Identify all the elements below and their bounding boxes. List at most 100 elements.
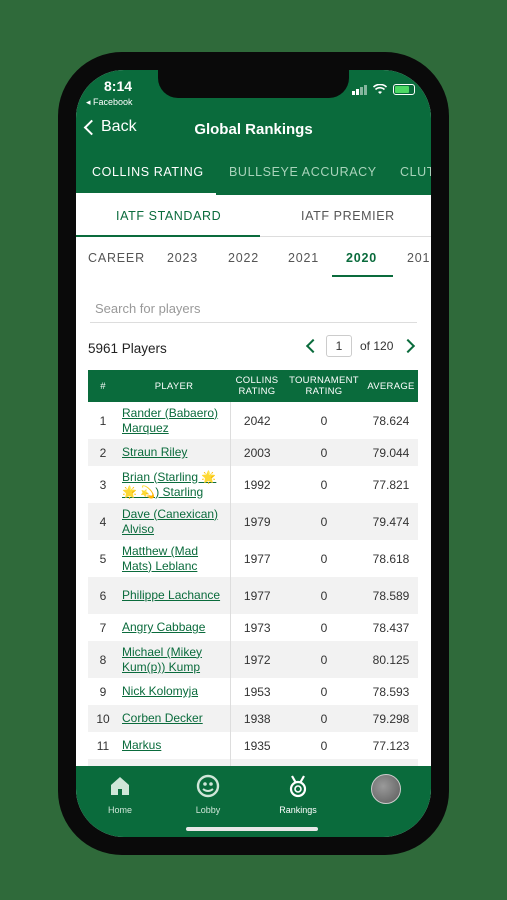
page-total: of 120 (360, 339, 394, 353)
collins-rating-cell: 1953 (229, 678, 284, 705)
tournament-rating-cell: 0 (320, 477, 328, 492)
tournament-rating-cell: 0 (320, 514, 328, 529)
header-tournament-rating[interactable]: TOURNAMENT RATING (284, 370, 364, 402)
tournament-rating-cell: 0 (320, 413, 328, 428)
rank-cell (88, 759, 118, 766)
page-number-input[interactable]: 1 (326, 335, 352, 357)
player-link[interactable]: Rander (Babaero) Marquez (118, 402, 230, 439)
player-link[interactable]: Matthew (Mad Mats) Leblanc (118, 540, 230, 577)
table-row[interactable]: 6 Philippe Lachance 1977 0 78.589 (88, 577, 418, 614)
tab-home-label: Home (107, 805, 132, 815)
player-link[interactable]: Markus (118, 732, 230, 759)
header-collins-rating[interactable]: COLLINS RATING (230, 370, 284, 402)
average-cell: 77.821 (372, 477, 410, 492)
average-cell: 78.589 (372, 588, 410, 603)
tab-clutch[interactable]: CLUT (400, 165, 431, 179)
tab-career[interactable]: CAREER (88, 251, 145, 265)
header-average[interactable]: AVERAGE (364, 370, 418, 402)
table-row[interactable]: 2 Straun Riley 2003 0 79.044 (88, 439, 418, 466)
rank-cell: 1 (99, 413, 107, 428)
collins-rating-cell: 1938 (229, 705, 284, 732)
tab-rankings[interactable]: Rankings (254, 766, 342, 818)
rank-cell: 4 (99, 514, 107, 529)
tab-home[interactable]: Home (76, 766, 164, 818)
table-row[interactable]: 9 Nick Kolomyja 1953 0 78.593 (88, 678, 418, 705)
table-row[interactable]: 4 Dave (Canexican) Alviso 1979 0 79.474 (88, 503, 418, 540)
year-tabs: CAREER 2023 2022 2021 2020 201 (76, 237, 431, 279)
tab-2021[interactable]: 2021 (288, 251, 319, 265)
tab-iatf-standard[interactable]: IATF STANDARD (116, 209, 221, 223)
table-row[interactable]: 5 Matthew (Mad Mats) Leblanc 1977 0 78.618 (88, 540, 418, 577)
header-player[interactable]: PLAYER (118, 370, 230, 402)
tab-iatf-premier[interactable]: IATF PREMIER (301, 209, 395, 223)
rankings-medal-icon (289, 775, 307, 798)
average-cell: 78.593 (372, 684, 410, 699)
chevron-right-icon[interactable] (401, 338, 416, 354)
rankings-table: # PLAYER COLLINS RATING TOURNAMENT RATIN… (88, 370, 418, 766)
tab-2022[interactable]: 2022 (228, 251, 259, 265)
rank-cell: 9 (99, 684, 107, 699)
signal-icon (352, 84, 367, 95)
average-cell: 79.298 (372, 711, 410, 726)
average-cell: 78.618 (372, 551, 410, 566)
home-icon (111, 777, 129, 795)
collins-rating-cell: 1935 (229, 732, 284, 759)
status-icons (352, 84, 415, 95)
home-indicator[interactable] (186, 827, 318, 831)
table-row[interactable]: 8 Michael (Mikey Kum(p)) Kump 1972 0 80.125 (88, 641, 418, 678)
player-link[interactable]: Corben Decker (118, 705, 230, 732)
player-link[interactable]: Brian (Starling 🌟 🌟 💫) Starling (118, 466, 230, 503)
player-link[interactable]: Michael (Mikey Kum(p)) Kump (118, 641, 230, 678)
player-count: 5961 Players (88, 341, 167, 356)
metric-tabs: COLLINS RATING BULLSEYE ACCURACY CLUT (76, 158, 431, 195)
average-cell: 78.624 (372, 413, 410, 428)
player-link[interactable]: Dave (Canexican) Alviso (118, 503, 230, 540)
tab-rankings-label: Rankings (279, 805, 317, 815)
table-row[interactable]: 3 Brian (Starling 🌟 🌟 💫) Starling 1992 0 77.… (88, 466, 418, 503)
collins-rating-cell: 1992 (229, 466, 284, 503)
collins-rating-cell: 1973 (229, 614, 284, 641)
rank-cell: 6 (99, 588, 107, 603)
table-body: 1 Rander (Babaero) Marquez 2042 0 78.624 2 Str… (88, 402, 418, 766)
tournament-rating-cell: 0 (320, 711, 328, 726)
tab-collins-rating[interactable]: COLLINS RATING (92, 165, 204, 179)
status-back-to-app[interactable]: ◂ Facebook (86, 97, 133, 108)
collins-rating-cell (229, 759, 284, 766)
player-link[interactable]: Straun Riley (118, 439, 230, 466)
rank-cell: 8 (99, 652, 107, 667)
player-link[interactable]: Philippe Lachance (118, 577, 230, 614)
tournament-rating-cell: 0 (320, 588, 328, 603)
average-cell: 79.044 (372, 445, 410, 460)
tab-lobby[interactable]: Lobby (164, 766, 252, 818)
status-time: 8:14 (104, 78, 133, 94)
collins-rating-cell: 2003 (229, 439, 284, 466)
tab-2023[interactable]: 2023 (167, 251, 198, 265)
tab-lobby-label: Lobby (195, 805, 221, 815)
search-input[interactable] (90, 295, 417, 323)
lobby-icon (196, 774, 220, 798)
header-rank[interactable]: # (88, 370, 118, 402)
collins-rating-cell: 1979 (229, 503, 284, 540)
tournament-rating-cell: 0 (320, 551, 328, 566)
tab-2019[interactable]: 201 (407, 251, 430, 265)
table-row[interactable]: 7 Angry Cabbage 1973 0 78.437 (88, 614, 418, 641)
player-link[interactable]: Will (Ugly Gritt (118, 759, 230, 766)
tab-2020[interactable]: 2020 (346, 251, 377, 265)
tournament-rating-cell (284, 759, 364, 766)
collins-rating-cell: 1977 (229, 540, 284, 577)
chevron-left-icon[interactable] (305, 338, 321, 354)
table-row[interactable]: Will (Ugly Gritt (88, 759, 418, 766)
rank-cell: 7 (99, 620, 107, 635)
table-row[interactable]: 10 Corben Decker 1938 0 79.298 (88, 705, 418, 732)
table-row[interactable]: 1 Rander (Babaero) Marquez 2042 0 78.624 (88, 402, 418, 439)
table-row[interactable]: 11 Markus 1935 0 77.123 (88, 732, 418, 759)
player-link[interactable]: Angry Cabbage (118, 614, 230, 641)
rank-cell: 11 (96, 738, 110, 753)
profile-avatar[interactable] (371, 774, 401, 804)
collins-rating-cell: 1972 (229, 641, 284, 678)
player-link[interactable]: Nick Kolomyja (118, 678, 230, 705)
app-screen: 8:14 ◂ Facebook Back Global Rankings COL… (76, 70, 431, 837)
year-tab-indicator (332, 275, 393, 277)
page-title: Global Rankings (194, 121, 313, 138)
tab-bullseye-accuracy[interactable]: BULLSEYE ACCURACY (229, 165, 377, 179)
